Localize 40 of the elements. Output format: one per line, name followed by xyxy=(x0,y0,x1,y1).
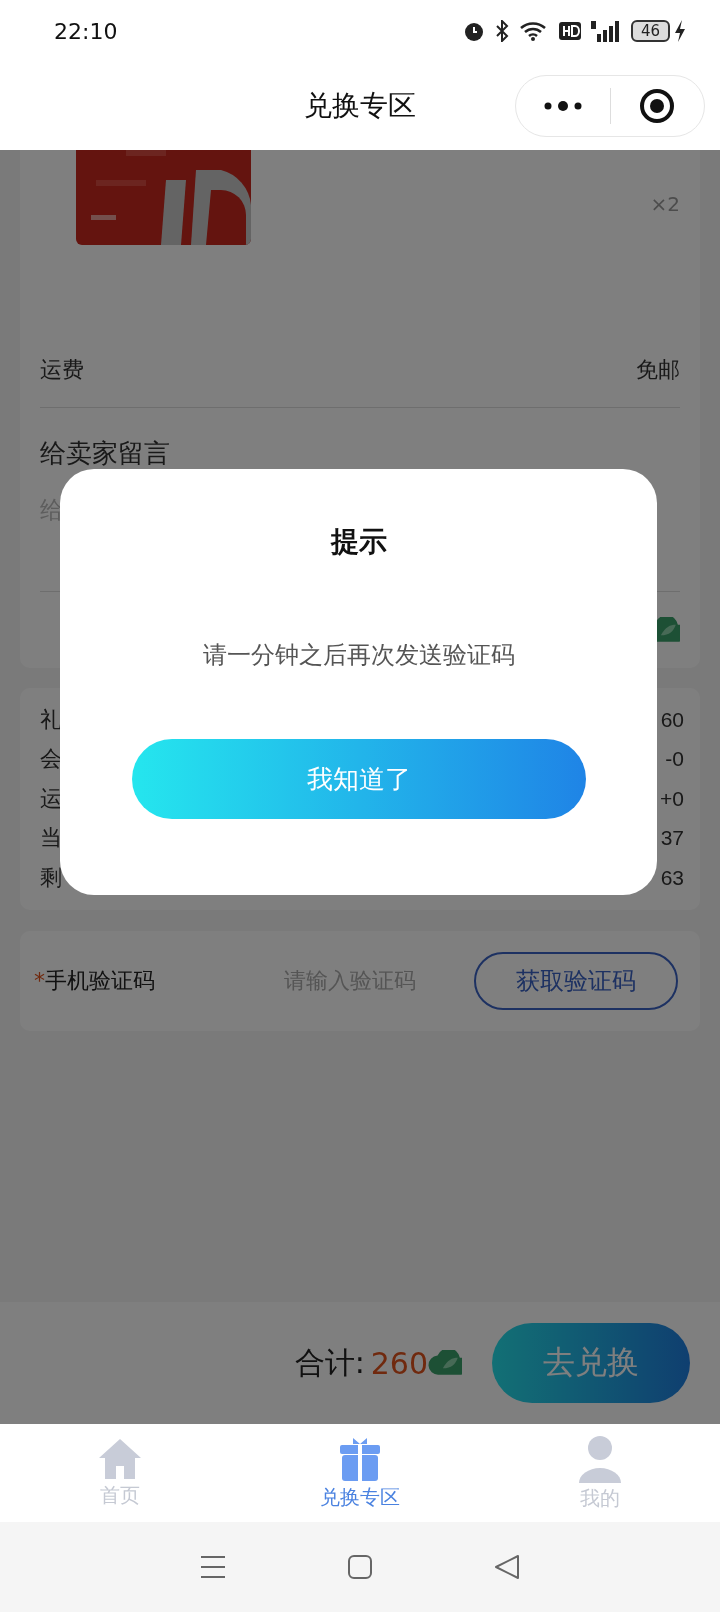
person-icon xyxy=(578,1434,622,1483)
summary-value: +0 xyxy=(660,786,684,811)
more-icon[interactable] xyxy=(542,101,583,111)
page-title: 兑换专区 xyxy=(304,88,416,124)
verification-label: *手机验证码 xyxy=(34,966,156,995)
hd-icon xyxy=(558,22,581,40)
summary-value: -0 xyxy=(665,747,684,772)
message-label: 给卖家留言 xyxy=(40,437,171,470)
dialog-title: 提示 xyxy=(330,524,387,560)
charging-icon xyxy=(674,20,686,42)
summary-value: 63 xyxy=(660,865,684,890)
summary-value: 60 xyxy=(660,707,684,732)
get-code-button[interactable]: 获取验证码 xyxy=(474,951,678,1010)
shipping-label: 运费 xyxy=(40,356,84,384)
cloud-icon xyxy=(428,1350,462,1376)
gift-icon xyxy=(340,1435,380,1482)
summary-label: 会 xyxy=(40,745,62,774)
summary-label: 当 xyxy=(40,824,62,853)
summary-label: 运 xyxy=(40,784,62,813)
confirm-button[interactable]: 我知道了 xyxy=(131,739,586,819)
dialog-message: 请一分钟之后再次发送验证码 xyxy=(202,640,515,671)
status-time: 22:10 xyxy=(54,18,118,44)
tab[interactable]: 兑换专区 xyxy=(240,1424,480,1522)
menu-icon[interactable] xyxy=(200,1555,227,1579)
battery-level: 46 xyxy=(630,20,670,42)
summary-value: 37 xyxy=(660,826,684,851)
tab[interactable]: 首页 xyxy=(0,1424,240,1522)
total-value: 260 xyxy=(370,1345,428,1381)
summary-label: 剩 xyxy=(40,863,62,892)
signal-icon xyxy=(590,20,621,42)
shipping-value: 免邮 xyxy=(636,356,680,384)
home-button-icon[interactable] xyxy=(347,1554,373,1580)
back-icon[interactable] xyxy=(493,1554,520,1580)
redeem-button[interactable]: 去兑换 xyxy=(492,1323,690,1403)
bluetooth-icon xyxy=(494,20,509,42)
alarm-icon xyxy=(462,20,485,42)
home-icon xyxy=(98,1437,142,1480)
close-icon[interactable] xyxy=(639,88,676,124)
tab[interactable]: 我的 xyxy=(480,1424,720,1522)
total-label: 合计: xyxy=(294,1343,365,1382)
